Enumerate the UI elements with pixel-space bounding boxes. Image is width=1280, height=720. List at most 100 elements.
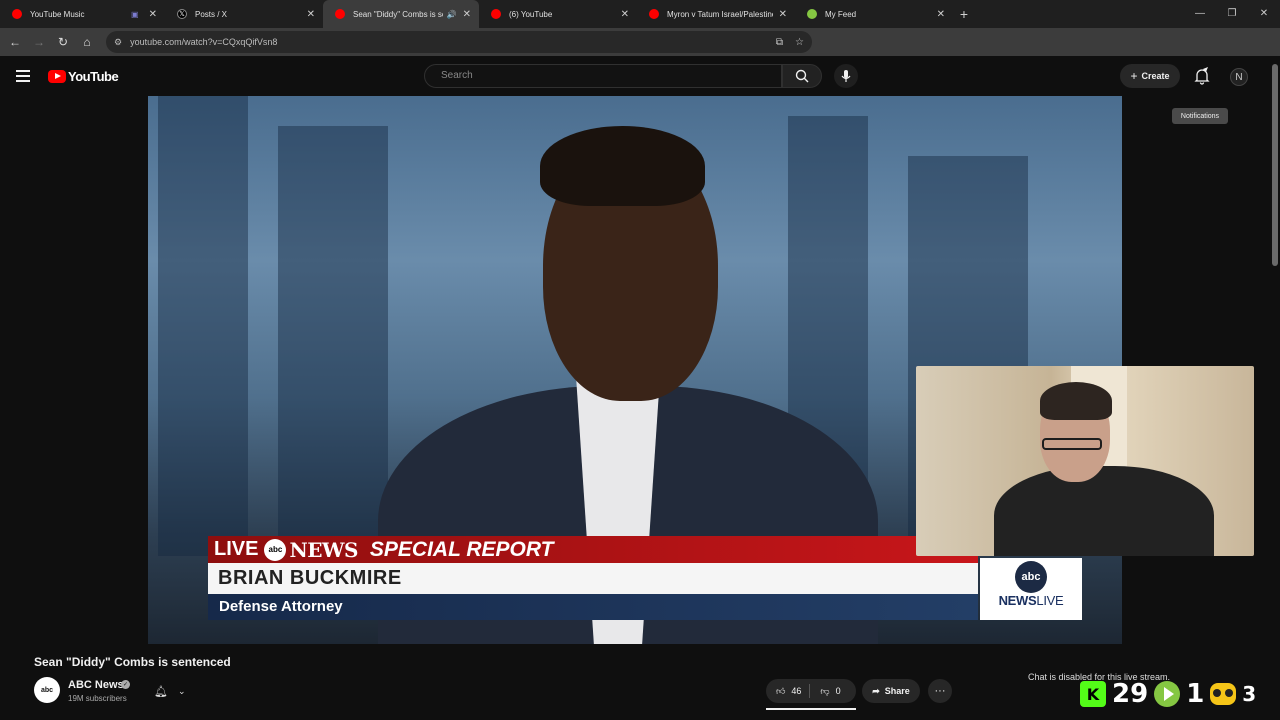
browser-tab-bar: YouTube Music ▣ ✕ 𝕏 Posts / X ✕ Sean "Di…: [0, 0, 1280, 28]
thumbs-up-icon: 👍︎: [776, 685, 786, 696]
badge-live: LIVE: [1036, 593, 1064, 608]
close-tab-icon[interactable]: ✕: [937, 9, 945, 20]
youtube-logo[interactable]: YouTube: [48, 69, 119, 84]
notifications-tooltip: Notifications: [1172, 108, 1228, 124]
dislike-count: 0: [835, 686, 841, 696]
new-tab-button[interactable]: +: [953, 6, 975, 22]
install-app-icon[interactable]: ⧉: [776, 37, 783, 48]
streamer-body: [994, 466, 1214, 556]
tab-title: Sean "Diddy" Combs is sen: [353, 9, 443, 19]
bookmark-star-icon[interactable]: ☆: [795, 37, 804, 48]
tab-title: My Feed: [825, 9, 857, 19]
webcam-overlay: [916, 366, 1254, 556]
channel-name[interactable]: ABC News: [68, 679, 124, 691]
browser-toolbar: ← → ↻ ⌂ ⚙ youtube.com/watch?v=CQxqQifVsn…: [0, 28, 1280, 77]
restore-icon[interactable]: ❐: [1216, 0, 1248, 28]
youtube-icon: [335, 9, 345, 19]
site-info-icon[interactable]: ⚙: [114, 37, 122, 48]
live-label: LIVE: [214, 538, 259, 560]
tab-myron-video[interactable]: Myron v Tatum Israel/Palestine ✕: [637, 0, 795, 28]
dislike-button[interactable]: 👎︎ 0: [810, 679, 848, 703]
url-text: youtube.com/watch?v=CQxqQifVsn8: [130, 37, 278, 47]
more-actions-button[interactable]: ···: [928, 679, 952, 703]
menu-icon[interactable]: [16, 70, 30, 82]
bell-icon: [1194, 67, 1210, 85]
window-controls: — ❐ ✕: [1184, 0, 1280, 28]
share-label: Share: [884, 686, 910, 696]
close-tab-icon[interactable]: ✕: [463, 9, 471, 20]
rumble-icon: [807, 9, 817, 19]
channel-avatar[interactable]: abc: [34, 677, 60, 703]
badge-news: NEWS: [998, 593, 1037, 608]
home-icon[interactable]: ⌂: [75, 35, 99, 49]
microphone-icon: [841, 70, 851, 82]
forward-icon[interactable]: →: [27, 35, 51, 49]
youtube-music-icon: [12, 9, 22, 19]
create-button[interactable]: + Create: [1120, 64, 1180, 88]
subscription-notifications-button[interactable]: 🔔︎ ⌄: [146, 680, 194, 702]
kick-viewer-count: 29: [1112, 679, 1149, 709]
create-label: Create: [1141, 71, 1170, 81]
stream-viewer-overlay: K 29 1 3: [1080, 679, 1257, 709]
tab-youtube-music[interactable]: YouTube Music ▣ ✕: [0, 0, 165, 28]
speaker-icon[interactable]: 🔊: [447, 10, 457, 19]
abc-news-live-badge: abc NEWSLIVE: [980, 558, 1082, 620]
bell-icon: 🔔︎: [154, 685, 168, 698]
logo-text: YouTube: [68, 69, 119, 84]
youtube-icon: [491, 9, 501, 19]
tab-diddy-video[interactable]: Sean "Diddy" Combs is sen 🔊 ✕: [323, 0, 479, 28]
x-icon: 𝕏: [177, 9, 187, 19]
share-button[interactable]: ➦ Share: [862, 679, 920, 703]
search-icon: [795, 69, 809, 83]
lower-third-banner: LIVE abc NEWS SPECIAL REPORT: [208, 536, 978, 563]
video-title: Sean "Diddy" Combs is sentenced: [34, 655, 231, 669]
close-window-icon[interactable]: ✕: [1248, 0, 1280, 28]
like-ratio-fill: [766, 708, 856, 710]
page-scrollbar[interactable]: [1272, 64, 1278, 266]
skyline-building: [278, 126, 388, 556]
thumbs-down-icon: 👎︎: [820, 685, 830, 696]
subscriber-count: 19M subscribers: [68, 694, 127, 703]
tab-x-posts[interactable]: 𝕏 Posts / X ✕: [165, 0, 323, 28]
address-bar[interactable]: ⚙ youtube.com/watch?v=CQxqQifVsn8 ⧉ ☆: [106, 31, 812, 53]
search-button[interactable]: [782, 64, 822, 88]
tab-title: Myron v Tatum Israel/Palestine: [667, 9, 773, 19]
streamer-glasses: [1042, 438, 1102, 450]
tab-youtube-home[interactable]: (6) YouTube ✕: [479, 0, 637, 28]
close-tab-icon[interactable]: ✕: [149, 9, 157, 20]
notifications-button[interactable]: [1192, 66, 1212, 86]
search-input[interactable]: Search: [424, 64, 782, 88]
anchor-hair: [540, 126, 705, 206]
tab-title: (6) YouTube: [509, 9, 553, 19]
reload-icon[interactable]: ↻: [51, 35, 75, 49]
skyline-building: [158, 96, 248, 556]
minimize-icon[interactable]: —: [1184, 0, 1216, 28]
close-tab-icon[interactable]: ✕: [779, 9, 787, 20]
plus-icon: +: [1130, 69, 1138, 83]
back-icon[interactable]: ←: [3, 35, 27, 49]
youtube-play-icon: [48, 70, 66, 83]
youtube-header: YouTube Search + Create N: [0, 56, 1280, 96]
video-info: Sean "Diddy" Combs is sentenced abc ABC …: [0, 644, 1280, 720]
voice-search-button[interactable]: [834, 64, 858, 88]
account-avatar[interactable]: N: [1230, 68, 1248, 86]
guest-name: BRIAN BUCKMIRE: [208, 563, 978, 594]
guest-role: Defense Attorney: [208, 594, 978, 620]
news-label: NEWS: [289, 537, 358, 562]
close-tab-icon[interactable]: ✕: [307, 9, 315, 20]
rumble-icon: [1154, 681, 1181, 707]
special-report-label: SPECIAL REPORT: [369, 537, 554, 561]
rumble-viewer-count: 1: [1186, 679, 1205, 709]
like-ratio-bar: [766, 708, 856, 710]
close-tab-icon[interactable]: ✕: [621, 9, 629, 20]
third-viewer-count: 3: [1242, 682, 1257, 706]
kick-icon: K: [1080, 681, 1106, 707]
abc-badge-logo: abc: [1015, 561, 1047, 593]
tab-audio-icon: ▣: [131, 9, 139, 19]
like-count: 46: [791, 686, 802, 696]
streamer-hair: [1040, 382, 1112, 420]
like-button[interactable]: 👍︎ 46: [766, 679, 809, 703]
verified-badge-icon: ✓: [121, 680, 130, 689]
tab-my-feed[interactable]: My Feed ✕: [795, 0, 953, 28]
goggles-icon: [1210, 683, 1237, 705]
